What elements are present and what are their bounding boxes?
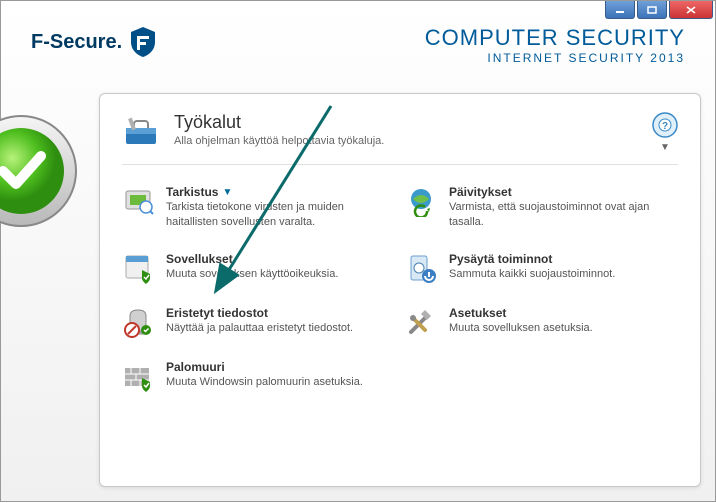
tool-scan-desc: Tarkista tietokone virusten ja muiden ha… [166, 200, 376, 230]
tool-stop-title: Pysäytä toiminnot [449, 252, 615, 266]
tool-updates[interactable]: Päivitykset Varmista, että suojaustoimin… [405, 185, 678, 230]
title-block: COMPUTER SECURITY INTERNET SECURITY 2013 [425, 25, 685, 65]
tool-apps-title: Sovellukset [166, 252, 338, 266]
tool-scan[interactable]: Tarkistus ▼ Tarkista tietokone virusten … [122, 185, 395, 230]
maximize-button[interactable] [637, 1, 667, 19]
help-button[interactable]: ? ▼ [652, 112, 678, 153]
tool-quarantine-title: Eristetyt tiedostot [166, 306, 353, 320]
window-controls [603, 1, 715, 19]
tool-stop[interactable]: Pysäytä toiminnot Sammuta kaikki suojaus… [405, 252, 678, 284]
brand-logo-icon [128, 25, 158, 59]
tool-updates-title: Päivitykset [449, 185, 659, 199]
tool-scan-title: Tarkistus ▼ [166, 185, 376, 199]
stop-icon [405, 252, 437, 284]
scan-icon [122, 185, 154, 217]
status-shield-icon [0, 111, 81, 231]
help-icon: ? [652, 112, 678, 138]
close-button[interactable] [669, 1, 713, 19]
tool-settings-title: Asetukset [449, 306, 593, 320]
app-title: COMPUTER SECURITY [425, 25, 685, 51]
updates-icon [405, 185, 437, 217]
brand-name: F-Secure. [31, 31, 122, 54]
tool-firewall[interactable]: Palomuuri Muuta Windowsin palomuurin ase… [122, 360, 395, 392]
tool-firewall-desc: Muuta Windowsin palomuurin asetuksia. [166, 375, 363, 390]
tool-quarantine-desc: Näyttää ja palauttaa eristetyt tiedostot… [166, 321, 353, 336]
panel-subtitle: Alla ohjelman käyttöä helpottavia työkal… [174, 135, 384, 147]
tool-apps[interactable]: Sovellukset Muuta sovelluksen käyttöoike… [122, 252, 395, 284]
brand: F-Secure. [31, 25, 158, 59]
tool-quarantine[interactable]: Eristetyt tiedostot Näyttää ja palauttaa… [122, 306, 395, 338]
tools-panel: Työkalut Alla ohjelman käyttöä helpottav… [99, 93, 701, 487]
quarantine-icon [122, 306, 154, 338]
tool-apps-desc: Muuta sovelluksen käyttöoikeuksia. [166, 267, 338, 282]
firewall-icon [122, 360, 154, 392]
minimize-button[interactable] [605, 1, 635, 19]
chevron-down-icon: ▼ [660, 142, 670, 153]
dropdown-arrow-icon: ▼ [222, 187, 232, 198]
app-subtitle: INTERNET SECURITY 2013 [425, 51, 685, 65]
svg-text:?: ? [662, 121, 668, 132]
tool-settings[interactable]: Asetukset Muuta sovelluksen asetuksia. [405, 306, 678, 338]
tool-settings-desc: Muuta sovelluksen asetuksia. [449, 321, 593, 336]
settings-icon [405, 306, 437, 338]
panel-title: Työkalut [174, 112, 384, 133]
tool-stop-desc: Sammuta kaikki suojaustoiminnot. [449, 267, 615, 282]
apps-icon [122, 252, 154, 284]
tools-grid: Tarkistus ▼ Tarkista tietokone virusten … [122, 165, 678, 392]
tool-firewall-title: Palomuuri [166, 360, 363, 374]
tool-updates-desc: Varmista, että suojaustoiminnot ovat aja… [449, 200, 659, 230]
panel-header: Työkalut Alla ohjelman käyttöä helpottav… [122, 112, 678, 165]
toolbox-icon [122, 112, 160, 150]
